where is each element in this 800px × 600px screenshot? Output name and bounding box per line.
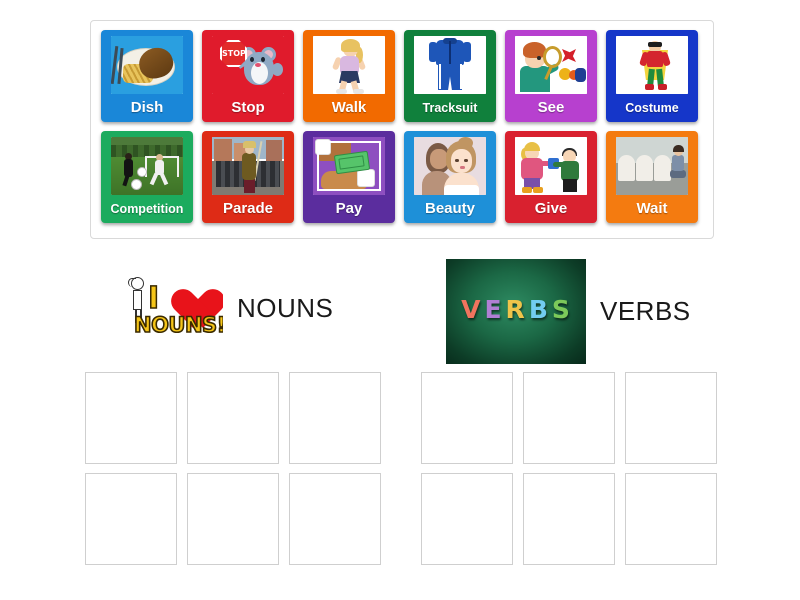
word-tile-label: Pay [335,200,363,217]
fish-and-chips-plate-image [111,36,183,94]
i-love-nouns-clipart: I NOUNS! [118,259,223,357]
tile-row-2: Competition Parade Pay Beauty Give Wait [91,122,713,223]
waiting-room-chairs-photo [616,137,688,195]
word-tile-label: Parade [222,200,274,217]
word-tile-pay[interactable]: Pay [303,131,395,223]
superhero-costume-image [616,36,688,94]
word-tile-dish[interactable]: Dish [101,30,193,122]
mouse-holding-stop-sign-image: STOP [212,36,284,94]
dropzone-verbs-5[interactable] [523,473,615,565]
word-tile-label: Dish [130,99,164,116]
dropzone-nouns-3[interactable] [289,372,381,464]
word-tile-label: Give [534,200,568,217]
category-title-nouns: NOUNS [237,292,334,323]
tile-row-1: Dish STOP Stop Walk Tracksuit See Costum… [91,21,713,122]
word-tile-parade[interactable]: Parade [202,131,294,223]
word-tile-see[interactable]: See [505,30,597,122]
dropzone-verbs-3[interactable] [625,372,717,464]
word-tile-competition[interactable]: Competition [101,131,193,223]
word-tile-label: See [537,99,565,116]
word-tile-beauty[interactable]: Beauty [404,131,496,223]
chalk-letter-b: B [528,295,549,324]
dropzone-verbs-4[interactable] [421,473,513,565]
chalk-letter-e: E [484,295,503,324]
dropzone-nouns-4[interactable] [85,473,177,565]
boy-with-magnifying-glass-image [515,36,587,94]
marching-band-parade-photo [212,137,284,195]
hand-giving-money-image [313,137,385,195]
word-tile-tracksuit[interactable]: Tracksuit [404,30,496,122]
word-tile-walk[interactable]: Walk [303,30,395,122]
heart-icon [163,273,209,314]
word-tile-label: Beauty [424,200,476,217]
verbs-chalkboard-letters-photo: V E R B S [446,259,586,364]
chalk-letter-s: S [551,295,571,324]
girl-giving-gift-to-boy-image [515,137,587,195]
word-tile-tray: Dish STOP Stop Walk Tracksuit See Costum… [90,20,714,239]
dropzone-nouns-6[interactable] [289,473,381,565]
chalk-letter-v: V [461,295,482,324]
clipart-text-nouns: NOUNS! [133,312,223,338]
word-tile-label: Tracksuit [422,101,478,115]
blue-tracksuit-image [414,36,486,94]
dropzone-verbs-6[interactable] [625,473,717,565]
girl-walking-image [313,36,385,94]
chalkboard-letters: V E R B S [446,297,586,322]
football-match-photo [111,137,183,195]
dropzone-verbs-1[interactable] [421,372,513,464]
category-title-verbs: VERBS [600,296,691,326]
word-tile-stop[interactable]: STOP Stop [202,30,294,122]
category-header-verbs: V E R B S VERBS [446,259,691,364]
word-tile-give[interactable]: Give [505,131,597,223]
word-tile-label: Walk [331,99,367,116]
dropzone-nouns-5[interactable] [187,473,279,565]
word-tile-label: Stop [231,99,265,116]
word-tile-label: Costume [625,101,679,115]
word-tile-wait[interactable]: Wait [606,131,698,223]
dropzone-nouns-2[interactable] [187,372,279,464]
word-tile-label: Competition [110,202,184,216]
category-header-nouns: I NOUNS! NOUNS [118,259,333,357]
word-tile-costume[interactable]: Costume [606,30,698,122]
dropzone-nouns-1[interactable] [85,372,177,464]
stop-sign-icon: STOP [220,40,247,67]
chalk-letter-r: R [505,295,526,324]
clipart-text-i: I [147,280,160,317]
word-tile-label: Wait [636,200,668,217]
beautiful-woman-image [414,137,486,195]
dropzone-verbs-2[interactable] [523,372,615,464]
